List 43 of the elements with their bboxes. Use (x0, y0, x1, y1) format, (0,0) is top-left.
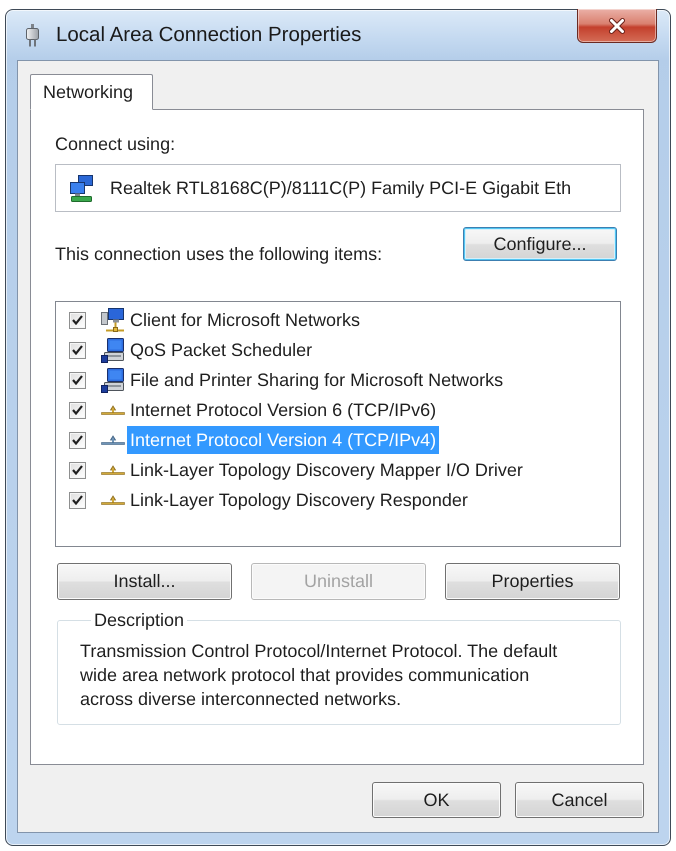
checkmark-icon (72, 375, 83, 385)
checkbox[interactable] (69, 312, 86, 328)
items-label: This connection uses the following items: (55, 243, 382, 265)
checkmark-icon (72, 495, 83, 505)
list-item[interactable]: Client for Microsoft Networks (127, 306, 364, 334)
dialog-button[interactable]: OK (372, 782, 501, 818)
network-computer-icon (100, 308, 124, 332)
checkbox[interactable] (69, 342, 86, 358)
window-title: Local Area Connection Properties (56, 23, 362, 47)
configure-button[interactable]: Configure... (463, 227, 617, 261)
computer-icon (100, 368, 124, 392)
checkmark-icon (72, 435, 83, 445)
connect-using-label: Connect using: (55, 133, 176, 155)
list-item[interactable]: Link-Layer Topology Discovery Mapper I/O Driver (127, 456, 526, 484)
checkmark-icon (72, 465, 83, 475)
list-item[interactable]: File and Printer Sharing for Microsoft Networks (127, 366, 506, 394)
network-link-icon (100, 495, 124, 505)
network-link-icon (100, 465, 124, 475)
action-button[interactable]: Install... (57, 563, 232, 600)
dialog-button[interactable]: Cancel (515, 782, 644, 818)
adapter-name: Realtek RTL8168C(P)/8111C(P) Family PCI-E Gigabit Eth (110, 178, 572, 198)
network-link-icon (100, 435, 124, 445)
list-item[interactable]: Link-Layer Topology Discovery Responder (127, 486, 471, 514)
network-link-icon (100, 405, 124, 415)
checkbox[interactable] (69, 492, 86, 508)
action-button[interactable]: Properties (445, 563, 620, 600)
checkbox[interactable] (69, 462, 86, 478)
close-button[interactable] (577, 9, 657, 43)
close-icon (608, 18, 626, 34)
checkmark-icon (72, 405, 83, 415)
checkbox[interactable] (69, 402, 86, 418)
description-text: Transmission Control Protocol/Internet Protocol. The default wide area network protocol that provides communication across diverse interconnected networks. (80, 640, 558, 711)
checkmark-icon (72, 315, 83, 325)
list-item[interactable]: Internet Protocol Version 6 (TCP/IPv6) (127, 396, 440, 424)
checkbox[interactable] (69, 432, 86, 448)
computer-icon (100, 338, 124, 362)
network-computers-icon (69, 174, 94, 202)
tab[interactable]: Networking (30, 74, 154, 110)
description-label: Description (93, 609, 186, 631)
list-item[interactable]: QoS Packet Scheduler (127, 336, 316, 364)
checkmark-icon (72, 345, 83, 355)
plug-icon (24, 24, 41, 46)
checkbox[interactable] (69, 372, 86, 388)
